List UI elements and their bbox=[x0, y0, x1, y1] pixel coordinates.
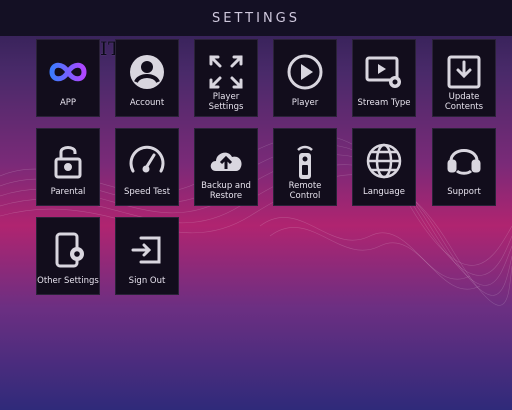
tile-player[interactable]: Player bbox=[273, 39, 337, 117]
tile-app[interactable]: APP bbox=[36, 39, 100, 117]
tile-label: Player bbox=[291, 98, 319, 108]
tile-label: Player Settings bbox=[208, 92, 244, 112]
tile-account[interactable]: Account bbox=[115, 39, 179, 117]
tile-stream-type[interactable]: Stream Type bbox=[352, 39, 416, 117]
headset-icon bbox=[444, 141, 484, 181]
sign-out-icon bbox=[127, 230, 167, 270]
tile-sign-out[interactable]: Sign Out bbox=[115, 217, 179, 295]
remote-control-icon bbox=[285, 141, 325, 181]
tile-label: Stream Type bbox=[357, 98, 411, 108]
tile-support[interactable]: Support bbox=[432, 128, 496, 206]
tile-label: Backup and Restore bbox=[201, 181, 251, 201]
tile-remote-control[interactable]: Remote Control bbox=[273, 128, 337, 206]
tile-backup-restore[interactable]: Backup and Restore bbox=[194, 128, 258, 206]
tile-player-settings[interactable]: Player Settings bbox=[194, 39, 258, 117]
tile-label: Speed Test bbox=[123, 187, 171, 197]
tile-other-settings[interactable]: Other Settings bbox=[36, 217, 100, 295]
tile-label: Parental bbox=[50, 187, 86, 197]
tile-label: APP bbox=[59, 98, 77, 108]
page-title: SETTINGS bbox=[211, 10, 300, 26]
fullscreen-icon bbox=[206, 52, 246, 92]
download-icon bbox=[444, 52, 484, 92]
infinity-logo-icon bbox=[48, 52, 88, 92]
tile-label: Language bbox=[363, 187, 405, 197]
tile-language[interactable]: Language bbox=[352, 128, 416, 206]
account-icon bbox=[127, 52, 167, 92]
globe-icon bbox=[364, 141, 404, 181]
tile-speed-test[interactable]: Speed Test bbox=[115, 128, 179, 206]
tile-label: Sign Out bbox=[128, 276, 166, 286]
device-settings-icon bbox=[48, 230, 88, 270]
stream-settings-icon bbox=[364, 52, 404, 92]
unlock-icon bbox=[48, 141, 88, 181]
tile-label: Other Settings bbox=[37, 276, 99, 286]
tile-label: Support bbox=[447, 187, 481, 197]
tile-parental[interactable]: Parental bbox=[36, 128, 100, 206]
tile-label: Update Contents bbox=[444, 92, 484, 112]
header-bar: SETTINGS bbox=[0, 0, 512, 36]
tile-label: Account bbox=[129, 98, 165, 108]
tile-update-contents[interactable]: Update Contents bbox=[432, 39, 496, 117]
tile-label: Remote Control bbox=[288, 181, 322, 201]
play-icon bbox=[285, 52, 325, 92]
speedometer-icon bbox=[127, 141, 167, 181]
cloud-upload-icon bbox=[206, 141, 246, 181]
